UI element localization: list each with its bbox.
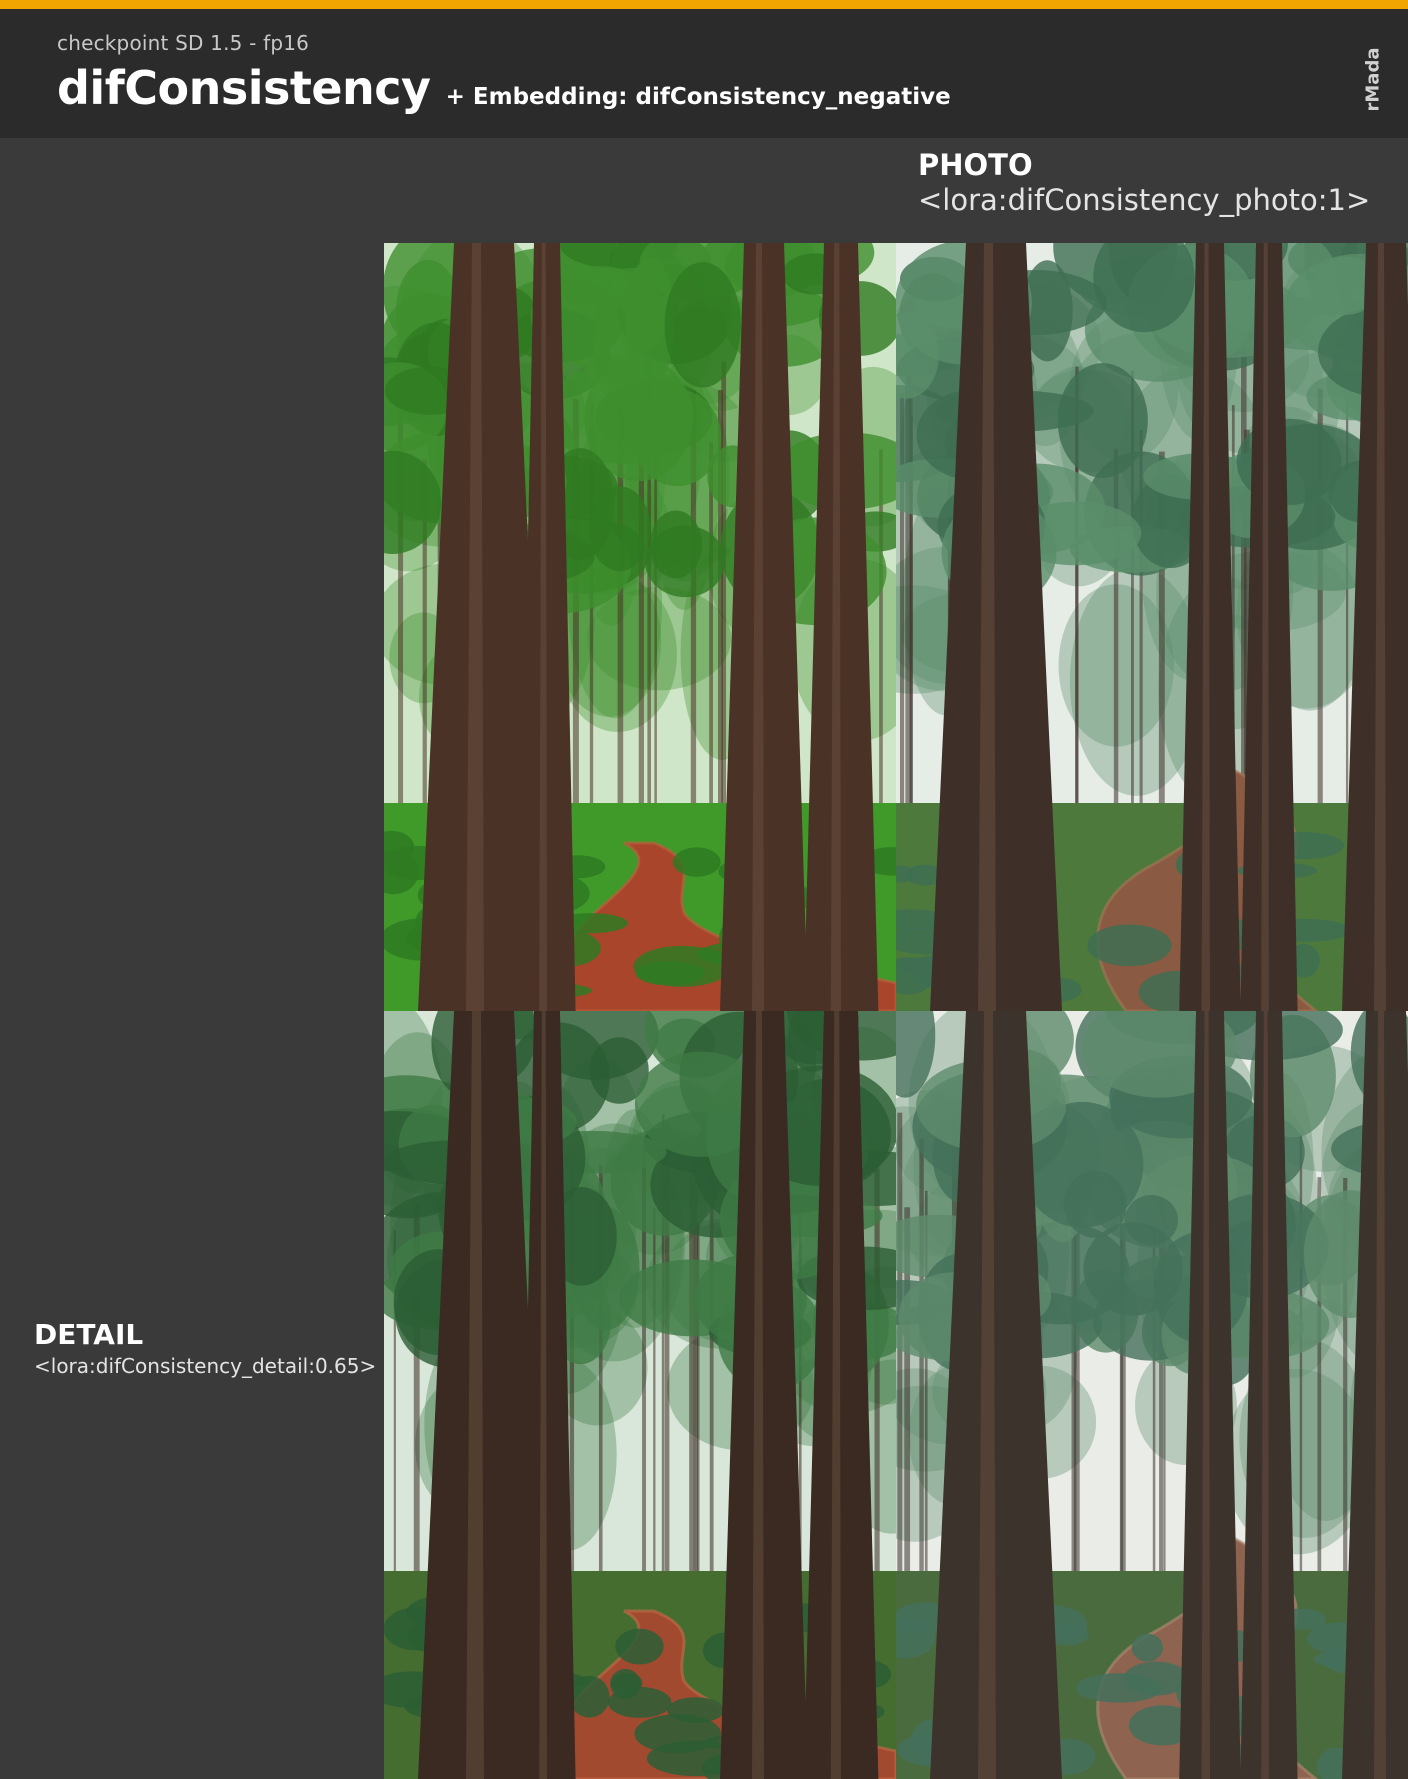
forest-image xyxy=(384,243,896,1011)
grid-image-base xyxy=(384,243,896,1011)
embedding-label: + Embedding: difConsistency_negative xyxy=(445,84,951,110)
author-text: rMada xyxy=(1362,47,1384,112)
title-row: difConsistency + Embedding: difConsisten… xyxy=(57,61,951,115)
column-lora-tag: <lora:difConsistency_photo:1> xyxy=(918,183,1371,217)
forest-image xyxy=(896,1011,1408,1779)
row-header-detail: DETAIL <lora:difConsistency_detail:0.65> xyxy=(34,1318,376,1380)
grid-image-detail xyxy=(384,1011,896,1779)
row-label: DETAIL xyxy=(34,1318,144,1351)
grid-image-photo xyxy=(896,243,1408,1011)
image-grid xyxy=(384,243,1408,1779)
header: checkpoint SD 1.5 - fp16 difConsistency … xyxy=(0,9,1408,138)
column-header-photo: PHOTO <lora:difConsistency_photo:1> xyxy=(918,148,1370,218)
forest-image xyxy=(896,243,1408,1011)
checkpoint-subtitle: checkpoint SD 1.5 - fp16 xyxy=(57,31,310,55)
author-watermark: rMada xyxy=(1360,45,1386,115)
accent-bar xyxy=(0,0,1408,9)
forest-image xyxy=(384,1011,896,1779)
column-label: PHOTO xyxy=(918,148,1033,182)
page-title: difConsistency xyxy=(57,61,431,115)
row-lora-tag: <lora:difConsistency_detail:0.65> xyxy=(34,1354,377,1378)
grid-image-photo-detail xyxy=(896,1011,1408,1779)
